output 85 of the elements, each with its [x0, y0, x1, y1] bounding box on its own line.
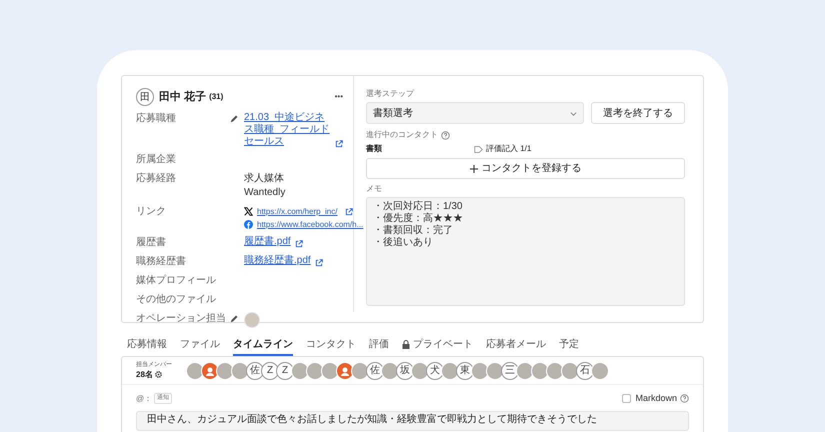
external-link-icon — [345, 208, 354, 216]
member-initial: 佐 — [246, 362, 264, 380]
profile-link[interactable]: https://x.com/herp_inc/ — [257, 205, 338, 218]
external-link-icon — [314, 259, 323, 267]
external-link-icon — [335, 140, 343, 148]
tab[interactable]: 応募者メール — [486, 337, 546, 356]
field-label: 職務経歴書 — [136, 255, 187, 269]
step-select[interactable]: 書類選考 — [366, 102, 584, 124]
field-label: 媒体プロフィール — [136, 274, 217, 288]
more-button[interactable]: ••• — [334, 91, 343, 103]
pencil-icon[interactable] — [230, 114, 239, 123]
field-label: 応募職種 — [136, 112, 177, 126]
section-label: 進行中のコンタクト — [366, 129, 438, 141]
section-label: メモ — [366, 183, 383, 195]
tab[interactable]: コンタクト — [306, 337, 356, 356]
candidate-initial: 田 — [136, 88, 154, 106]
x-logo-icon — [244, 207, 253, 216]
facebook-logo-icon — [244, 220, 253, 229]
member-initial: 石 — [576, 362, 594, 380]
add-contact-button[interactable]: コンタクトを登録する — [366, 158, 685, 179]
markdown-label: Markdown — [635, 392, 677, 405]
memo-field[interactable]: ・次回対応日：1/30 ・優先度：高★★★ ・書類回収：完了 ・後追いあり — [366, 197, 685, 306]
member-avatar — [561, 362, 579, 380]
tab[interactable]: タイムライン — [233, 337, 293, 356]
member-initial: 三 — [501, 362, 519, 380]
field-label: リンク — [136, 205, 167, 219]
member-avatar — [441, 362, 459, 380]
field-label: その他のファイル — [136, 293, 217, 307]
member-avatar — [516, 362, 534, 380]
member-count: 28名 — [136, 368, 153, 380]
candidate-name: 田中 花子 — [159, 90, 206, 105]
profile-link[interactable]: https://www.facebook.com/h... — [257, 218, 364, 231]
tab[interactable]: 評価 — [369, 337, 389, 356]
member-avatar — [591, 362, 609, 380]
member-initial: 佐 — [366, 362, 384, 380]
member-avatar — [291, 362, 309, 380]
member-avatar — [471, 362, 489, 380]
chevron-down-icon — [570, 110, 577, 116]
member-avatar — [336, 362, 354, 380]
lock-icon — [402, 340, 410, 349]
tab[interactable]: ファイル — [180, 337, 220, 356]
member-avatar — [351, 362, 369, 380]
tab[interactable]: プライベート — [402, 337, 473, 356]
member-avatar — [321, 362, 339, 380]
tab[interactable]: 応募情報 — [127, 337, 167, 356]
gear-icon[interactable] — [154, 371, 162, 378]
external-link-icon — [294, 240, 303, 248]
contact-name: 書類 — [366, 143, 383, 155]
member-avatar — [201, 362, 219, 380]
member-avatar — [306, 362, 324, 380]
tag-icon — [474, 144, 483, 154]
end-selection-button[interactable]: 選考を終了する — [591, 102, 685, 124]
member-initial: 坂 — [396, 362, 414, 380]
member-initial: Z — [276, 362, 294, 380]
field-label: オペレーション担当 — [136, 312, 226, 326]
field-label: 所属企業 — [136, 153, 177, 167]
tab[interactable]: 予定 — [559, 337, 579, 356]
file-link[interactable]: 21.03_中途ビジネス職種_フィールドセールス — [244, 112, 331, 148]
candidate-age: (31) — [209, 91, 224, 103]
comment-field[interactable]: 田中さん、カジュアル面談で色々お話しましたが知識・経験豊富で即戦力として期待できそうでした — [136, 410, 689, 430]
member-avatar — [486, 362, 504, 380]
markdown-checkbox[interactable] — [622, 394, 632, 404]
field-value: Wantedly — [244, 186, 286, 200]
section-label: 選考ステップ — [366, 88, 416, 100]
field-value: 求人媒体 — [244, 172, 285, 186]
member-avatar — [231, 362, 249, 380]
member-avatar — [546, 362, 564, 380]
file-link[interactable]: 履歴書.pdf — [244, 236, 291, 248]
plus-icon — [470, 164, 478, 172]
member-avatar — [381, 362, 399, 380]
member-avatar — [531, 362, 549, 380]
file-link[interactable]: 職務経歴書.pdf — [244, 255, 311, 267]
help-icon[interactable] — [680, 394, 689, 404]
member-initial: 東 — [456, 362, 474, 380]
field-label: 応募経路 — [136, 172, 177, 186]
field-label: 履歴書 — [136, 236, 167, 250]
mention-label: @： — [136, 392, 152, 405]
member-initial: Z — [261, 362, 279, 380]
evaluation-status: 評価記入 1/1 — [486, 143, 532, 155]
member-initial: 犬 — [426, 362, 444, 380]
member-avatar — [186, 362, 204, 380]
member-avatar — [411, 362, 429, 380]
help-icon[interactable] — [441, 130, 450, 140]
pencil-icon[interactable] — [230, 314, 239, 323]
member-avatar — [216, 362, 234, 380]
